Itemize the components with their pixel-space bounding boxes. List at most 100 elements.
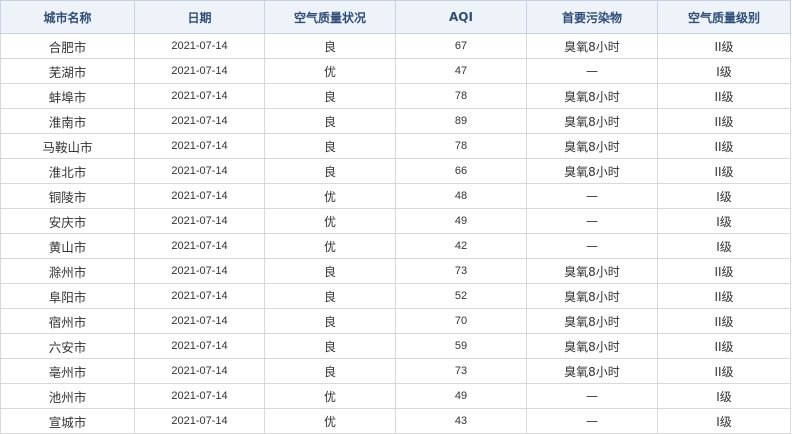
cell-date: 2021-07-14 — [134, 308, 265, 334]
cell-pollutant: — — [526, 383, 658, 409]
cell-status: 良 — [264, 108, 396, 134]
cell-level: II级 — [657, 308, 791, 334]
cell-date: 2021-07-14 — [134, 333, 265, 359]
cell-level: I级 — [657, 208, 791, 234]
cell-level: I级 — [657, 408, 791, 434]
table-row: 合肥市 2021-07-14 良 67 臭氧8小时 II级 — [0, 33, 791, 59]
cell-level: I级 — [657, 183, 791, 209]
cell-pollutant: — — [526, 408, 658, 434]
table-row: 六安市 2021-07-14 良 59 臭氧8小时 II级 — [0, 333, 791, 359]
cell-aqi: 66 — [395, 158, 527, 184]
table-row: 池州市 2021-07-14 优 49— I级 — [0, 383, 791, 409]
cell-aqi: 78 — [395, 133, 527, 159]
cell-pollutant: — — [526, 233, 658, 259]
header-status: 空气质量状况 — [264, 0, 396, 34]
cell-city: 合肥市 — [0, 33, 135, 59]
cell-aqi: 78 — [395, 83, 527, 109]
table-row: 淮南市 2021-07-14 良 89 臭氧8小时 II级 — [0, 108, 791, 134]
cell-date: 2021-07-14 — [134, 158, 265, 184]
cell-aqi: 43 — [395, 408, 527, 434]
table-row: 蚌埠市 2021-07-14 良 78 臭氧8小时 II级 — [0, 83, 791, 109]
cell-aqi: 47 — [395, 58, 527, 84]
cell-pollutant: — — [526, 58, 658, 84]
cell-level: II级 — [657, 158, 791, 184]
cell-status: 良 — [264, 308, 396, 334]
table-row: 黄山市 2021-07-14 优 42— I级 — [0, 233, 791, 259]
table-row: 铜陵市 2021-07-14 优 48— I级 — [0, 183, 791, 209]
cell-level: I级 — [657, 233, 791, 259]
cell-status: 优 — [264, 58, 396, 84]
cell-aqi: 49 — [395, 383, 527, 409]
table-row: 淮北市 2021-07-14 良 66 臭氧8小时 II级 — [0, 158, 791, 184]
header-pollutant: 首要污染物 — [526, 0, 658, 34]
cell-level: II级 — [657, 33, 791, 59]
cell-level: II级 — [657, 283, 791, 309]
cell-city: 淮南市 — [0, 108, 135, 134]
cell-pollutant: 臭氧8小时 — [526, 33, 658, 59]
table-body: 合肥市 2021-07-14 良 67 臭氧8小时 II级 芜湖市 2021-07-14 优 47… — [0, 33, 791, 434]
cell-status: 良 — [264, 158, 396, 184]
cell-city: 淮北市 — [0, 158, 135, 184]
cell-pollutant: 臭氧8小时 — [526, 83, 658, 109]
cell-status: 良 — [264, 133, 396, 159]
cell-status: 优 — [264, 208, 396, 234]
cell-aqi: 70 — [395, 308, 527, 334]
cell-level: II级 — [657, 333, 791, 359]
cell-date: 2021-07-14 — [134, 108, 265, 134]
cell-level: II级 — [657, 108, 791, 134]
table-row: 阜阳市 2021-07-14 良 52 臭氧8小时 II级 — [0, 283, 791, 309]
cell-city: 宣城市 — [0, 408, 135, 434]
cell-status: 良 — [264, 83, 396, 109]
cell-status: 优 — [264, 183, 396, 209]
cell-level: II级 — [657, 358, 791, 384]
cell-pollutant: 臭氧8小时 — [526, 133, 658, 159]
cell-city: 宿州市 — [0, 308, 135, 334]
table-row: 芜湖市 2021-07-14 优 47— I级 — [0, 58, 791, 84]
cell-level: I级 — [657, 383, 791, 409]
cell-aqi: 89 — [395, 108, 527, 134]
cell-date: 2021-07-14 — [134, 283, 265, 309]
cell-city: 马鞍山市 — [0, 133, 135, 159]
cell-aqi: 52 — [395, 283, 527, 309]
cell-level: I级 — [657, 58, 791, 84]
cell-city: 六安市 — [0, 333, 135, 359]
cell-city: 黄山市 — [0, 233, 135, 259]
cell-city: 安庆市 — [0, 208, 135, 234]
cell-pollutant: — — [526, 183, 658, 209]
cell-date: 2021-07-14 — [134, 408, 265, 434]
cell-date: 2021-07-14 — [134, 383, 265, 409]
cell-pollutant: 臭氧8小时 — [526, 358, 658, 384]
header-row: 城市名称 日期 空气质量状况 AQI 首要污染物 空气质量级别 — [0, 0, 791, 34]
cell-pollutant: 臭氧8小时 — [526, 158, 658, 184]
cell-city: 蚌埠市 — [0, 83, 135, 109]
cell-city: 阜阳市 — [0, 283, 135, 309]
cell-city: 池州市 — [0, 383, 135, 409]
cell-level: II级 — [657, 133, 791, 159]
header-level: 空气质量级别 — [657, 0, 791, 34]
cell-aqi: 42 — [395, 233, 527, 259]
table-row: 亳州市 2021-07-14 良 73 臭氧8小时 II级 — [0, 358, 791, 384]
table-row: 滁州市 2021-07-14 良 73 臭氧8小时 II级 — [0, 258, 791, 284]
cell-pollutant: 臭氧8小时 — [526, 283, 658, 309]
cell-aqi: 73 — [395, 258, 527, 284]
table-row: 马鞍山市 2021-07-14 良 78 臭氧8小时 II级 — [0, 133, 791, 159]
cell-date: 2021-07-14 — [134, 258, 265, 284]
cell-pollutant: — — [526, 208, 658, 234]
cell-pollutant: 臭氧8小时 — [526, 333, 658, 359]
cell-city: 滁州市 — [0, 258, 135, 284]
cell-status: 良 — [264, 33, 396, 59]
header-aqi: AQI — [395, 0, 527, 34]
cell-pollutant: 臭氧8小时 — [526, 308, 658, 334]
cell-status: 良 — [264, 358, 396, 384]
cell-pollutant: 臭氧8小时 — [526, 108, 658, 134]
table-row: 宣城市 2021-07-14 优 43— I级 — [0, 408, 791, 434]
cell-status: 良 — [264, 333, 396, 359]
cell-pollutant: 臭氧8小时 — [526, 258, 658, 284]
table-row: 宿州市 2021-07-14 良 70 臭氧8小时 II级 — [0, 308, 791, 334]
cell-date: 2021-07-14 — [134, 183, 265, 209]
cell-date: 2021-07-14 — [134, 358, 265, 384]
cell-date: 2021-07-14 — [134, 83, 265, 109]
cell-city: 亳州市 — [0, 358, 135, 384]
cell-date: 2021-07-14 — [134, 33, 265, 59]
cell-date: 2021-07-14 — [134, 133, 265, 159]
